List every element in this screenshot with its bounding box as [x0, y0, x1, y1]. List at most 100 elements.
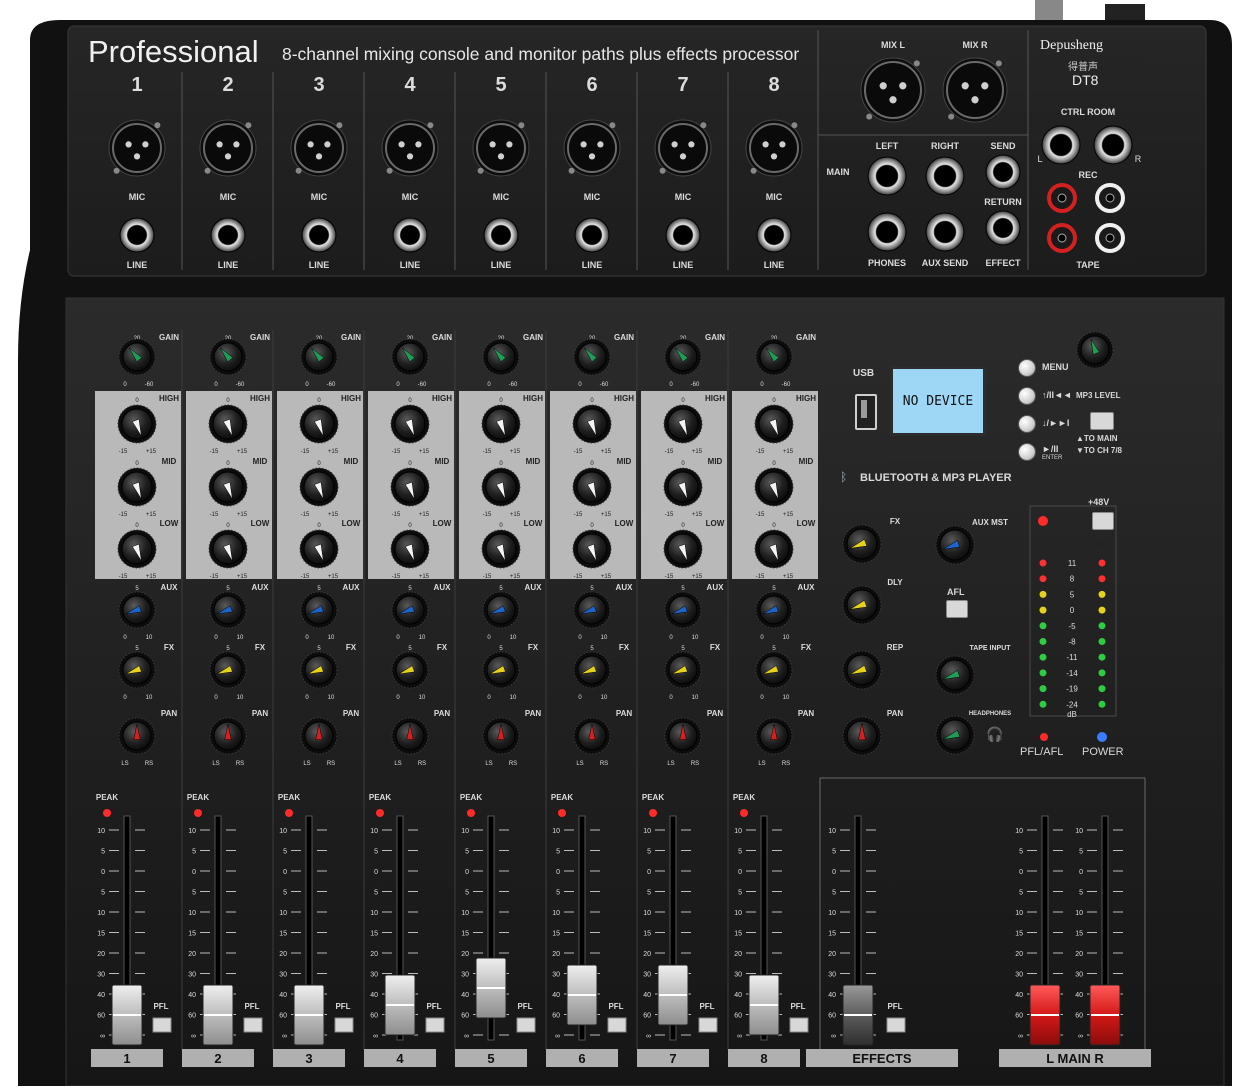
- ctrl-room-l-jack[interactable]: [1041, 125, 1081, 165]
- eq-low-knob[interactable]: [208, 529, 248, 569]
- fx-knob[interactable]: [755, 651, 793, 689]
- gain-knob[interactable]: [664, 338, 702, 376]
- pan-knob[interactable]: [573, 717, 611, 755]
- rca-jack[interactable]: [1095, 223, 1125, 253]
- aux-knob[interactable]: [118, 591, 156, 629]
- eq-high-knob[interactable]: [208, 404, 248, 444]
- prev-play-button[interactable]: [1018, 387, 1036, 405]
- aux-send-jack[interactable]: [925, 212, 965, 252]
- aux-knob[interactable]: [664, 591, 702, 629]
- gain-knob[interactable]: [573, 338, 611, 376]
- aux-knob[interactable]: [482, 591, 520, 629]
- pfl-button[interactable]: [425, 1017, 445, 1033]
- eq-high-knob[interactable]: [481, 404, 521, 444]
- pfl-button[interactable]: [698, 1017, 718, 1033]
- pfl-button[interactable]: [516, 1017, 536, 1033]
- line-input-jack[interactable]: [210, 217, 246, 253]
- eq-mid-knob[interactable]: [390, 467, 430, 507]
- mic-input-xlr[interactable]: [654, 119, 712, 177]
- rca-jack[interactable]: [1095, 183, 1125, 213]
- eq-low-knob[interactable]: [390, 529, 430, 569]
- route-switch[interactable]: [1090, 412, 1114, 430]
- pan-knob[interactable]: [118, 717, 156, 755]
- fx-pan-knob[interactable]: [842, 716, 882, 756]
- gain-knob[interactable]: [300, 338, 338, 376]
- pan-knob[interactable]: [482, 717, 520, 755]
- rca-jack[interactable]: [1047, 223, 1077, 253]
- aux-knob[interactable]: [300, 591, 338, 629]
- eq-low-knob[interactable]: [481, 529, 521, 569]
- eq-high-knob[interactable]: [663, 404, 703, 444]
- next-button[interactable]: [1018, 415, 1036, 433]
- mic-input-xlr[interactable]: [290, 119, 348, 177]
- mic-input-xlr[interactable]: [745, 119, 803, 177]
- usb-port[interactable]: [855, 394, 877, 430]
- eq-high-knob[interactable]: [572, 404, 612, 444]
- line-input-jack[interactable]: [756, 217, 792, 253]
- mic-input-xlr[interactable]: [472, 119, 530, 177]
- headphones-knob[interactable]: [935, 715, 975, 755]
- eq-high-knob[interactable]: [390, 404, 430, 444]
- line-input-jack[interactable]: [665, 217, 701, 253]
- eq-mid-knob[interactable]: [299, 467, 339, 507]
- mix-r-output[interactable]: [942, 57, 1008, 123]
- eq-low-knob[interactable]: [299, 529, 339, 569]
- fx-fx-knob[interactable]: [842, 524, 882, 564]
- pfl-button[interactable]: [789, 1017, 809, 1033]
- aux-master-knob[interactable]: [935, 525, 975, 565]
- eq-low-knob[interactable]: [572, 529, 612, 569]
- eq-mid-knob[interactable]: [208, 467, 248, 507]
- line-input-jack[interactable]: [119, 217, 155, 253]
- pan-knob[interactable]: [755, 717, 793, 755]
- eq-low-knob[interactable]: [754, 529, 794, 569]
- pfl-button[interactable]: [152, 1017, 172, 1033]
- gain-knob[interactable]: [755, 338, 793, 376]
- gain-knob[interactable]: [482, 338, 520, 376]
- gain-knob[interactable]: [209, 338, 247, 376]
- fx-knob[interactable]: [573, 651, 611, 689]
- ctrl-room-r-jack[interactable]: [1093, 125, 1133, 165]
- gain-knob[interactable]: [391, 338, 429, 376]
- mic-input-xlr[interactable]: [199, 119, 257, 177]
- mic-input-xlr[interactable]: [381, 119, 439, 177]
- eq-mid-knob[interactable]: [572, 467, 612, 507]
- mic-input-xlr[interactable]: [563, 119, 621, 177]
- menu-button[interactable]: [1018, 359, 1036, 377]
- aux-knob[interactable]: [755, 591, 793, 629]
- afl-switch[interactable]: [946, 600, 968, 618]
- eq-high-knob[interactable]: [754, 404, 794, 444]
- rca-jack[interactable]: [1047, 183, 1077, 213]
- eq-mid-knob[interactable]: [481, 467, 521, 507]
- eq-mid-knob[interactable]: [663, 467, 703, 507]
- fx-knob[interactable]: [391, 651, 429, 689]
- pan-knob[interactable]: [391, 717, 429, 755]
- fx-knob[interactable]: [664, 651, 702, 689]
- aux-knob[interactable]: [573, 591, 611, 629]
- fx-knob[interactable]: [118, 651, 156, 689]
- eq-high-knob[interactable]: [117, 404, 157, 444]
- gain-knob[interactable]: [118, 338, 156, 376]
- fx-knob[interactable]: [300, 651, 338, 689]
- pfl-button[interactable]: [243, 1017, 263, 1033]
- return-jack[interactable]: [985, 210, 1021, 246]
- effects-pfl-button[interactable]: [886, 1017, 906, 1033]
- eq-high-knob[interactable]: [299, 404, 339, 444]
- pan-knob[interactable]: [300, 717, 338, 755]
- line-input-jack[interactable]: [483, 217, 519, 253]
- pan-knob[interactable]: [664, 717, 702, 755]
- aux-knob[interactable]: [209, 591, 247, 629]
- line-input-jack[interactable]: [301, 217, 337, 253]
- enter-button[interactable]: [1018, 443, 1036, 461]
- tape-input-knob[interactable]: [935, 655, 975, 695]
- line-input-jack[interactable]: [392, 217, 428, 253]
- eq-mid-knob[interactable]: [117, 467, 157, 507]
- send-jack[interactable]: [985, 154, 1021, 190]
- phantom-power-switch[interactable]: [1092, 512, 1114, 530]
- power-inlet[interactable]: [1035, 0, 1063, 20]
- fx-knob[interactable]: [482, 651, 520, 689]
- pan-knob[interactable]: [209, 717, 247, 755]
- eq-mid-knob[interactable]: [754, 467, 794, 507]
- aux-knob[interactable]: [391, 591, 429, 629]
- phones-jack[interactable]: [867, 212, 907, 252]
- fx-rep-knob[interactable]: [842, 650, 882, 690]
